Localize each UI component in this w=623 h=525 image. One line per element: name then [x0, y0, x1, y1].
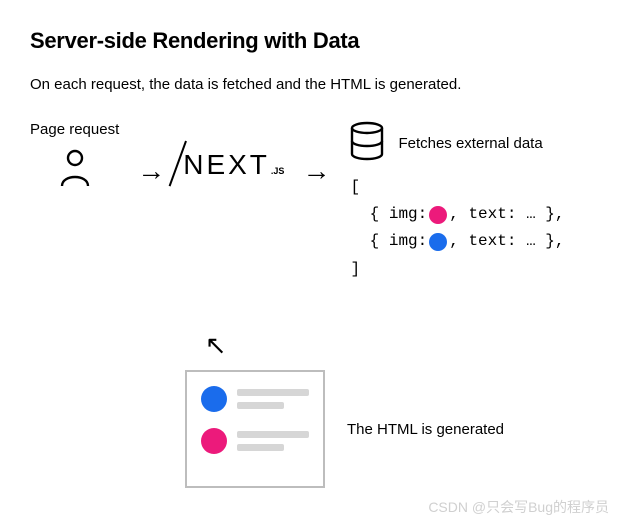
placeholder-line: [237, 389, 309, 396]
code-text: { img:: [350, 228, 427, 255]
placeholder-line: [237, 431, 309, 438]
code-row-2: { img: , text: … },: [350, 228, 564, 255]
blue-dot-icon: [429, 233, 447, 251]
diagram-subtitle: On each request, the data is fetched and…: [30, 76, 593, 93]
pink-dot-icon: [429, 206, 447, 224]
html-generated-label: The HTML is generated: [347, 421, 504, 438]
flow-row: Page request → NEXT .JS → Fetches extern: [30, 121, 593, 283]
arrow-icon: →: [137, 157, 165, 185]
user-icon: [58, 148, 92, 193]
blue-dot-icon: [201, 386, 227, 412]
nextjs-logo-suffix: .JS: [271, 166, 285, 176]
page-request-col: Page request: [30, 121, 119, 193]
code-text: , text: … },: [449, 201, 564, 228]
nextjs-logo-text: NEXT: [183, 149, 270, 181]
code-open-bracket: [: [350, 174, 564, 201]
nextjs-logo: NEXT .JS: [183, 149, 284, 181]
code-text: { img:: [350, 201, 427, 228]
data-array-code: [ { img: , text: … }, { img: , text: … }…: [350, 174, 564, 283]
placeholder-line: [237, 402, 284, 409]
html-content-row: [201, 386, 309, 412]
code-row-1: { img: , text: … },: [350, 201, 564, 228]
arrow-icon: →: [302, 157, 330, 185]
placeholder-line: [237, 444, 284, 451]
placeholder-lines: [237, 431, 309, 451]
html-content-row: [201, 428, 309, 454]
database-icon: [348, 121, 386, 166]
placeholder-lines: [237, 389, 309, 409]
data-fetch-col: Fetches external data [ { img: , text: ……: [348, 121, 564, 283]
generated-html-box: [185, 370, 325, 488]
watermark-text: CSDN @只会写Bug的程序员: [428, 497, 609, 517]
code-text: , text: … },: [449, 228, 564, 255]
fetches-data-label: Fetches external data: [398, 135, 542, 152]
nextjs-col: NEXT .JS: [183, 121, 284, 181]
html-output-row: The HTML is generated: [185, 370, 504, 488]
pink-dot-icon: [201, 428, 227, 454]
diagram-title: Server-side Rendering with Data: [30, 28, 593, 54]
diagonal-arrow-icon: ↗: [205, 330, 227, 361]
page-request-label: Page request: [30, 121, 119, 138]
code-close-bracket: ]: [350, 256, 564, 283]
